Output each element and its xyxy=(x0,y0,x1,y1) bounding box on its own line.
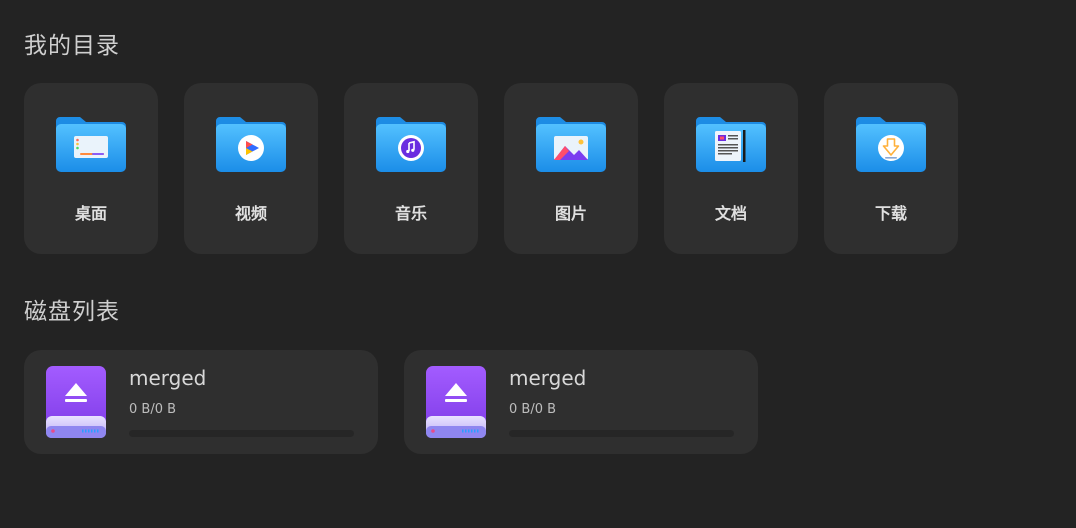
directory-card-downloads[interactable]: 下载 xyxy=(824,83,958,254)
disk-card[interactable]: merged 0 B/0 B xyxy=(404,350,758,454)
eject-drive-icon xyxy=(426,366,486,438)
directory-label: 视频 xyxy=(234,204,267,223)
disk-usage-bar xyxy=(509,430,734,437)
directory-label: 图片 xyxy=(554,204,587,223)
directory-card-desktop[interactable]: 桌面 xyxy=(24,83,158,254)
directory-label: 下载 xyxy=(874,204,907,223)
directory-card-video[interactable]: 视频 xyxy=(184,83,318,254)
disk-size: 0 B/0 B xyxy=(129,402,177,417)
disk-name: merged xyxy=(129,366,207,390)
downloads-folder-icon xyxy=(856,117,926,172)
disk-usage-bar xyxy=(129,430,354,437)
directory-card-documents[interactable]: 文档 xyxy=(664,83,798,254)
disk-card[interactable]: merged 0 B/0 B xyxy=(24,350,378,454)
pictures-folder-icon xyxy=(536,117,606,172)
directory-label: 文档 xyxy=(714,204,747,223)
disk-list-title: 磁盘列表 xyxy=(24,299,120,325)
my-directories-title: 我的目录 xyxy=(24,33,120,59)
directory-card-music[interactable]: 音乐 xyxy=(344,83,478,254)
disk-name: merged xyxy=(509,366,587,390)
directory-grid: 桌面 视频 音乐 图片 文档 下载 xyxy=(24,83,958,254)
documents-folder-icon xyxy=(696,117,766,172)
disk-size: 0 B/0 B xyxy=(509,402,557,417)
desktop-folder-icon xyxy=(56,117,126,172)
directory-card-pictures[interactable]: 图片 xyxy=(504,83,638,254)
disk-list: merged 0 B/0 B merged 0 B/0 B xyxy=(24,350,758,454)
directory-label: 音乐 xyxy=(394,204,427,223)
eject-drive-icon xyxy=(46,366,106,438)
directory-label: 桌面 xyxy=(74,204,107,223)
music-folder-icon xyxy=(376,117,446,172)
video-folder-icon xyxy=(216,117,286,172)
